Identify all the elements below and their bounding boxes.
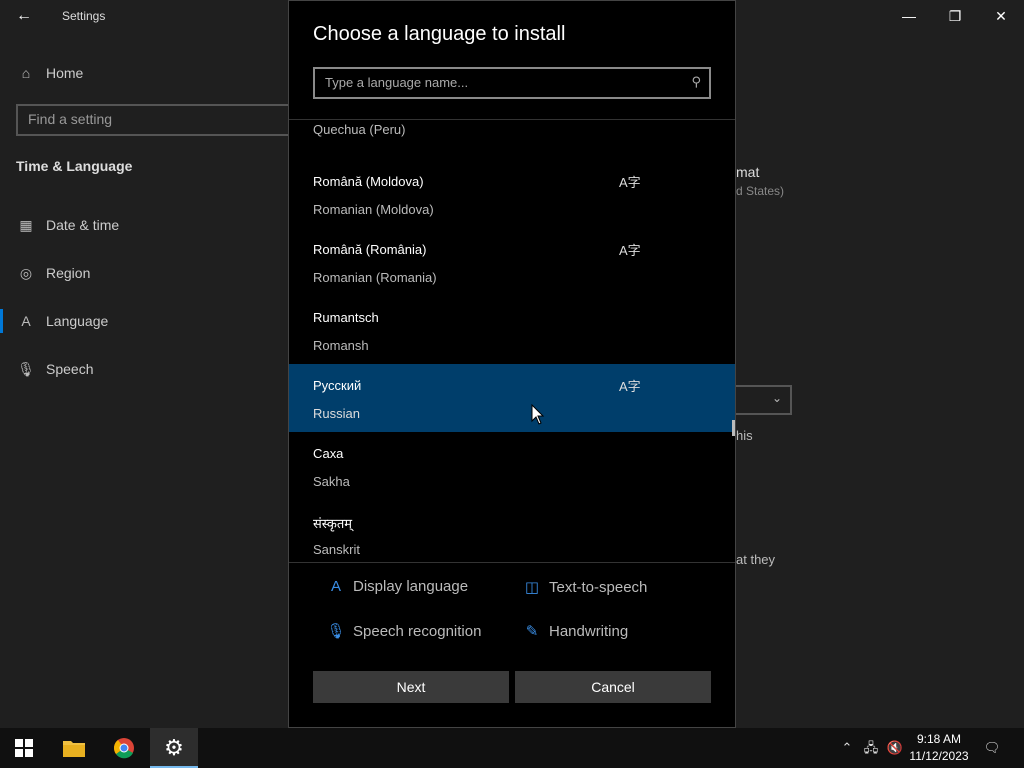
- folder-icon: [63, 741, 85, 757]
- settings-taskbar-button[interactable]: ⚙: [150, 728, 198, 768]
- language-search-input[interactable]: Type a language name... ⚲: [313, 67, 711, 99]
- language-item[interactable]: Română (România) Romanian (Romania) A字: [289, 228, 735, 296]
- windows-logo-icon: [15, 739, 33, 757]
- chrome-icon: [114, 738, 134, 759]
- sidebar-item-speech[interactable]: 🎙 Speech: [16, 361, 93, 378]
- format-sub-fragment: d States): [736, 184, 785, 198]
- display-language-icon: A字: [619, 379, 641, 394]
- globe-icon: ◎: [19, 265, 33, 281]
- display-language-icon: A字: [619, 175, 641, 190]
- chevron-up-icon[interactable]: ⌃: [838, 728, 856, 768]
- scrollbar-thumb[interactable]: [732, 420, 735, 436]
- restore-icon[interactable]: ❐: [932, 0, 978, 32]
- handwriting-icon: ✎: [525, 623, 539, 640]
- find-setting-input[interactable]: Find a setting: [16, 104, 306, 136]
- sidebar-item-region[interactable]: ◎ Region: [16, 265, 90, 282]
- language-item[interactable]: Саха Sakha: [289, 432, 735, 500]
- microphone-icon: 🎙: [17, 361, 35, 377]
- window-title: Settings: [62, 9, 106, 23]
- network-icon[interactable]: 🖧: [860, 728, 882, 768]
- chrome-button[interactable]: [100, 728, 148, 768]
- feature-handwriting: ✎ Handwriting: [521, 622, 629, 640]
- system-clock[interactable]: 9:18 AM 11/12/2023: [905, 731, 973, 765]
- chevron-down-icon: ⌄: [771, 391, 782, 405]
- section-title: Time & Language: [16, 158, 133, 174]
- gear-icon: ⚙: [164, 735, 184, 760]
- selected-indicator: [0, 309, 3, 333]
- display-language-icon: A: [330, 578, 341, 595]
- sidebar-item-date-time[interactable]: ▦ Date & time: [16, 217, 119, 234]
- format-label-fragment: mat: [736, 164, 760, 180]
- language-list[interactable]: Quechua (Peru) A Română (Moldova) Romani…: [289, 119, 735, 563]
- next-button[interactable]: Next: [313, 671, 509, 703]
- background-dropdown[interactable]: ⌄: [734, 385, 792, 415]
- home-icon: ⌂: [21, 65, 31, 81]
- search-icon: ⚲: [691, 74, 701, 89]
- file-explorer-button[interactable]: [50, 728, 98, 768]
- language-item[interactable]: Rumantsch Romansh: [289, 296, 735, 364]
- sidebar-home[interactable]: ⌂ Home: [16, 65, 84, 81]
- display-language-icon: A字: [619, 243, 641, 258]
- text-to-speech-icon: ◫: [524, 579, 540, 596]
- taskbar: ⚙ ⌃ 🖧 🔇 9:18 AM 11/12/2023 🗨: [0, 728, 1024, 768]
- minimize-icon[interactable]: —: [886, 0, 932, 32]
- feature-speech-recognition: 🎙 Speech recognition: [326, 623, 482, 640]
- language-item[interactable]: Română (Moldova) Romanian (Moldova) A字: [289, 160, 735, 228]
- language-item-selected[interactable]: Русский Russian A字: [289, 364, 735, 432]
- background-text-fragment-2: at they: [736, 552, 776, 567]
- sidebar-item-language[interactable]: A Language: [16, 313, 108, 329]
- back-arrow-icon[interactable]: ←: [8, 4, 40, 28]
- dialog-title: Choose a language to install: [313, 23, 566, 45]
- language-item[interactable]: संस्कृतम् Sanskrit: [289, 500, 735, 562]
- start-button[interactable]: [0, 728, 48, 768]
- calendar-clock-icon: ▦: [19, 217, 33, 233]
- mouse-pointer-icon: [531, 404, 545, 425]
- language-item[interactable]: Quechua (Peru) A: [289, 120, 735, 148]
- cancel-button[interactable]: Cancel: [515, 671, 711, 703]
- notification-icon[interactable]: 🗨: [980, 728, 1004, 768]
- settings-sidebar: [0, 32, 300, 728]
- close-icon[interactable]: ✕: [978, 0, 1024, 32]
- volume-muted-icon[interactable]: 🔇: [884, 728, 906, 768]
- microphone-icon: 🎙: [326, 623, 346, 640]
- language-install-dialog: Choose a language to install Type a lang…: [288, 0, 736, 728]
- language-icon: A: [21, 313, 31, 329]
- feature-text-to-speech: ◫ Text-to-speech: [521, 578, 647, 596]
- background-text-fragment-1: his: [736, 428, 753, 443]
- feature-display-language: A Display language: [325, 578, 468, 595]
